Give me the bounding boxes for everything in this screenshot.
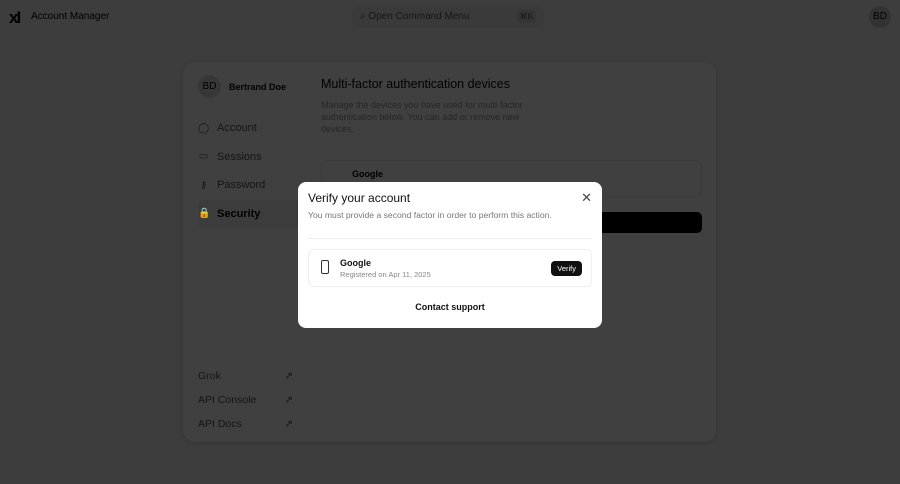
sidebar-item-label: Security (217, 207, 261, 220)
contact-support-link[interactable]: Contact support (298, 302, 602, 312)
sidebar-nav: ◯ Account ▭ Sessions ⚷ Password 🔒 Security (198, 114, 308, 228)
device-name: Google (340, 258, 371, 268)
link-api-docs[interactable]: API Docs ↗ (198, 412, 293, 436)
user-name: Bertrand Doe (229, 81, 287, 92)
link-label: Grok (198, 370, 221, 382)
user-avatar-button[interactable]: BD (869, 6, 891, 28)
lock-icon: 🔒 (198, 208, 211, 220)
main-section: Multi-factor authentication devices Mana… (321, 77, 526, 135)
sidebar-item-account[interactable]: ◯ Account (198, 114, 308, 143)
sidebar-item-label: Password (217, 179, 266, 192)
sidebar-item-label: Sessions (217, 150, 262, 163)
top-bar: xI Account Manager ⌕ Open Command Menu ⌘K… (0, 0, 900, 34)
command-menu-button[interactable]: ⌕ Open Command Menu ⌘K (352, 6, 544, 28)
key-icon: ⚷ (199, 179, 208, 191)
avatar: BD (198, 75, 221, 98)
link-label: API Docs (198, 418, 242, 430)
devices-icon: ▭ (198, 151, 209, 163)
close-icon[interactable]: ✕ (581, 190, 592, 206)
sidebar-item-label: Account (217, 122, 257, 135)
link-api-console[interactable]: API Console ↗ (198, 388, 293, 412)
user-info: BD Bertrand Doe (198, 75, 286, 98)
external-link-icon: ↗ (284, 370, 293, 382)
xai-logo[interactable]: xI (9, 8, 21, 28)
divider (308, 238, 592, 239)
link-grok[interactable]: Grok ↗ (198, 364, 293, 388)
sidebar-item-password[interactable]: ⚷ Password (198, 171, 308, 200)
command-placeholder: Open Command Menu (368, 11, 470, 22)
device-option: Google Registered on Apr 11, 2025 Verify (308, 249, 592, 287)
sidebar-item-sessions[interactable]: ▭ Sessions (198, 143, 308, 172)
dialog-title: Verify your account (308, 191, 411, 205)
link-label: API Console (198, 394, 257, 406)
dialog-subtitle: You must provide a second factor in orde… (308, 210, 552, 220)
shortcut-badge: ⌘K (516, 10, 536, 23)
verify-dialog: Verify your account ✕ You must provide a… (298, 182, 602, 328)
external-link-icon: ↗ (284, 418, 293, 430)
external-link-icon: ↗ (284, 394, 293, 406)
page-description: Manage the devices you have used for mul… (321, 100, 523, 134)
user-icon: ◯ (198, 122, 210, 134)
device-registered-date: Registered on Apr 11, 2025 (340, 270, 431, 279)
page-title: Multi-factor authentication devices (321, 77, 510, 91)
external-links: Grok ↗ API Console ↗ API Docs ↗ (198, 364, 293, 436)
sidebar-item-security[interactable]: 🔒 Security (198, 199, 308, 228)
verify-button[interactable]: Verify (551, 261, 582, 276)
app-name: Account Manager (31, 11, 110, 22)
device-name: Google (352, 169, 383, 179)
phone-icon (321, 260, 329, 274)
